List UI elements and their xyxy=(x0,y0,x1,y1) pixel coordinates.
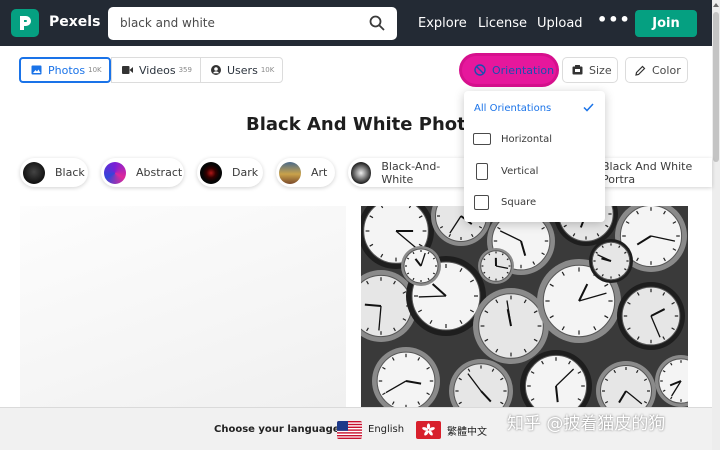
check-icon xyxy=(583,103,594,112)
logo-p-icon xyxy=(20,16,31,30)
brand-name[interactable]: Pexels xyxy=(49,14,100,30)
watermark-text: 知乎 @披着猫皮的狗 xyxy=(507,414,666,434)
dropdown-item-label: Square xyxy=(501,196,537,208)
size-filter-label: Size xyxy=(589,63,612,77)
chip-thumbnail xyxy=(279,161,301,184)
vertical-shape-icon xyxy=(476,162,488,180)
chip-label: Black And White Portra xyxy=(602,159,693,186)
dropdown-item-label: All Orientations xyxy=(474,102,552,114)
user-icon xyxy=(211,65,221,75)
search-input[interactable]: black and white xyxy=(120,16,215,30)
nav-upload[interactable]: Upload xyxy=(537,16,583,31)
chip-thumbnail xyxy=(23,161,45,184)
size-icon xyxy=(572,65,583,75)
chip-dark[interactable]: Dark xyxy=(197,158,263,187)
chip-label: Black xyxy=(55,166,85,179)
photo-clocks[interactable] xyxy=(361,206,688,407)
nav-explore[interactable]: Explore xyxy=(418,16,467,31)
dropdown-item-vertical[interactable]: Vertical xyxy=(464,157,605,185)
tab-users-count: 10K xyxy=(260,66,275,74)
language-chinese[interactable]: 繁體中文 xyxy=(447,423,487,438)
chip-label: Dark xyxy=(232,166,259,179)
chip-thumbnail xyxy=(351,161,372,184)
top-nav: Pexels black and white Explore License U… xyxy=(0,0,712,46)
tab-photos-label: Photos xyxy=(48,63,86,77)
tab-videos-label: Videos xyxy=(139,63,176,77)
scrollbar[interactable] xyxy=(712,0,720,450)
tab-photos[interactable]: Photos 10K xyxy=(19,57,111,83)
dropdown-item-label: Vertical xyxy=(501,165,539,177)
chip-thumbnail xyxy=(200,161,222,184)
clock-graphic xyxy=(478,248,514,284)
horizontal-shape-icon xyxy=(473,133,491,145)
color-filter-button[interactable]: Color xyxy=(625,57,688,83)
nav-license[interactable]: License xyxy=(478,16,527,31)
clock-graphic xyxy=(617,282,685,350)
hk-flag-icon[interactable] xyxy=(416,421,441,439)
us-flag-icon[interactable] xyxy=(337,421,362,439)
dropdown-item-square[interactable]: Square xyxy=(464,188,605,216)
scroll-thumb[interactable] xyxy=(713,12,719,162)
tab-photos-count: 10K xyxy=(88,66,102,74)
size-filter-button[interactable]: Size xyxy=(562,57,618,83)
dropdown-item-horizontal[interactable]: Horizontal xyxy=(464,125,605,153)
tab-users-label: Users xyxy=(227,63,258,77)
tab-videos-count: 359 xyxy=(178,66,192,74)
chip-black[interactable]: Black xyxy=(20,158,88,187)
clocks-image xyxy=(361,206,688,407)
orientation-icon xyxy=(474,64,486,76)
chip-label: Black-And-White xyxy=(381,159,441,186)
tab-users[interactable]: Users 10K xyxy=(200,57,283,83)
language-bar-label: Choose your language: xyxy=(214,424,344,435)
search-box[interactable]: black and white xyxy=(108,7,397,40)
square-shape-icon xyxy=(474,194,489,210)
orientation-filter-button[interactable]: Orientation xyxy=(462,56,556,84)
image-icon xyxy=(31,65,42,75)
chip-art[interactable]: Art xyxy=(276,158,335,187)
chip-label: Abstract xyxy=(136,166,183,179)
chip-abstract[interactable]: Abstract xyxy=(101,158,184,187)
pexels-logo[interactable] xyxy=(11,9,39,37)
chip-black-and-white[interactable]: Black-And-White xyxy=(348,158,465,187)
dropdown-item-all-orientations[interactable]: All Orientations xyxy=(464,94,605,122)
language-english[interactable]: English xyxy=(368,424,404,435)
video-icon xyxy=(122,66,133,74)
pencil-icon xyxy=(635,65,646,76)
clock-graphic xyxy=(589,239,633,283)
dropdown-item-label: Horizontal xyxy=(501,133,553,145)
page-title: Black And White Photos xyxy=(246,114,489,135)
more-menu-icon[interactable]: ••• xyxy=(597,10,631,29)
clock-graphic xyxy=(401,246,441,286)
search-icon[interactable] xyxy=(369,15,385,31)
color-filter-label: Color xyxy=(652,63,681,77)
chip-label: Art xyxy=(311,166,328,179)
photo-left[interactable] xyxy=(20,206,346,407)
join-button[interactable]: Join xyxy=(635,10,697,37)
scroll-up-arrow-icon[interactable] xyxy=(713,3,719,7)
orientation-filter-label: Orientation xyxy=(492,63,555,77)
chip-thumbnail xyxy=(104,161,126,184)
tab-videos[interactable]: Videos 359 xyxy=(111,57,201,83)
orientation-dropdown: All Orientations Horizontal Vertical Squ… xyxy=(464,91,605,222)
chip-black-and-white-portrait[interactable]: Black And White Portra xyxy=(590,158,712,187)
